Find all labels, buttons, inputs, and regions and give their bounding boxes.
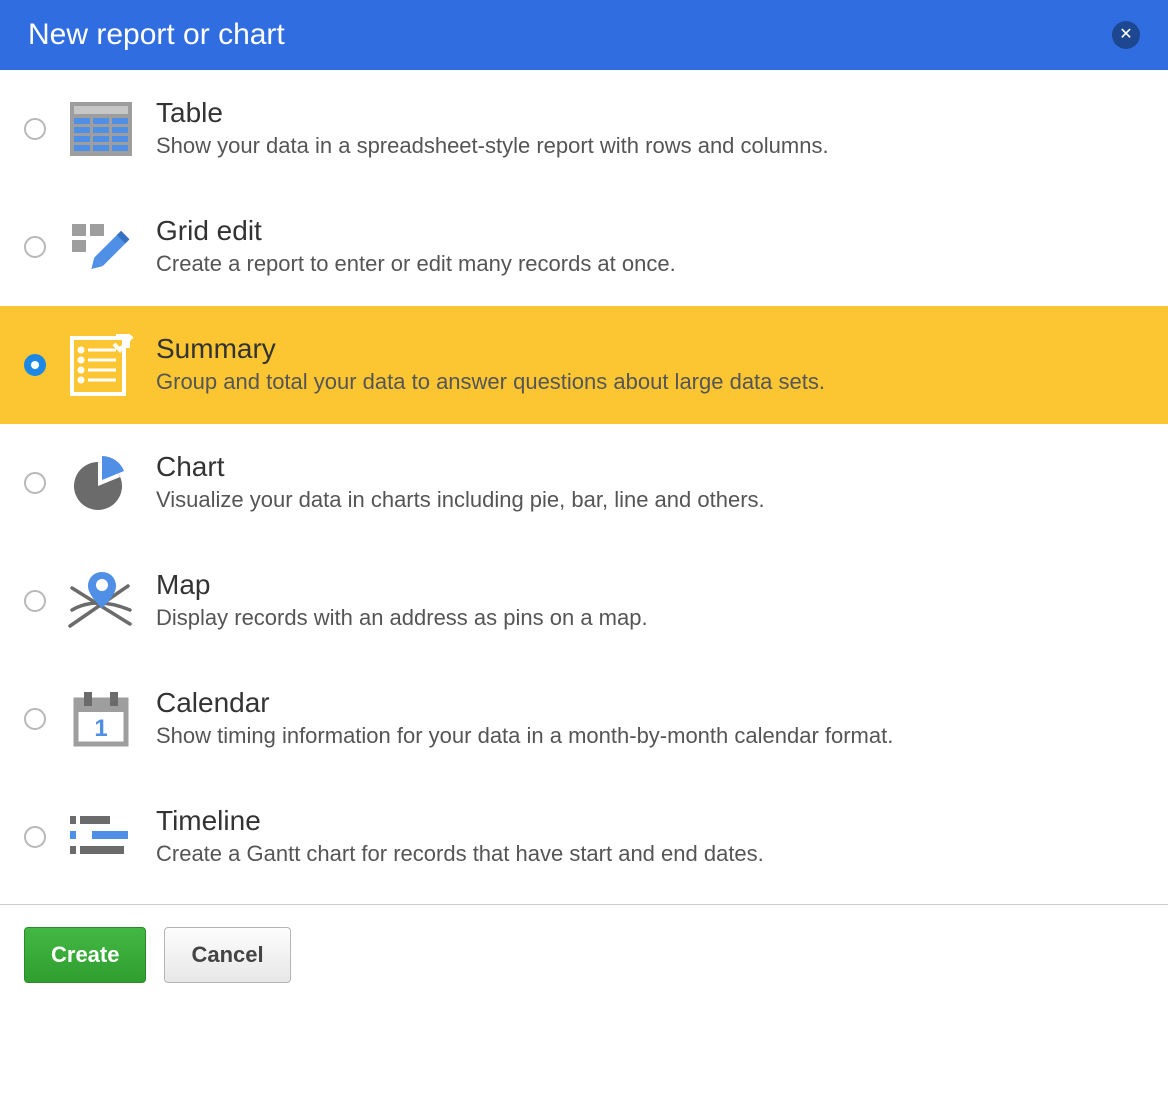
option-desc: Show your data in a spreadsheet-style re… [156,131,1144,161]
create-button[interactable]: Create [24,927,146,983]
radio-table[interactable] [24,118,46,140]
option-title: Map [156,569,1144,601]
svg-text:1: 1 [94,715,107,742]
option-timeline[interactable]: Timeline Create a Gantt chart for record… [0,778,1168,896]
cancel-button[interactable]: Cancel [164,927,290,983]
option-map[interactable]: Map Display records with an address as p… [0,542,1168,660]
option-desc: Display records with an address as pins … [156,603,1144,633]
option-title: Chart [156,451,1144,483]
table-icon [64,92,138,166]
new-report-dialog: New report or chart ✕ [0,0,1168,1011]
grid-edit-icon [64,210,138,284]
summary-icon [64,328,138,402]
option-desc: Visualize your data in charts including … [156,485,1144,515]
option-summary[interactable]: Summary Group and total your data to ans… [0,306,1168,424]
option-desc: Create a Gantt chart for records that ha… [156,839,1144,869]
option-desc: Group and total your data to answer ques… [156,367,1144,397]
option-title: Grid edit [156,215,1144,247]
option-chart[interactable]: Chart Visualize your data in charts incl… [0,424,1168,542]
close-button[interactable]: ✕ [1112,21,1140,49]
dialog-title: New report or chart [28,18,285,52]
radio-grid-edit[interactable] [24,236,46,258]
option-calendar[interactable]: 1 Calendar Show timing information for y… [0,660,1168,778]
report-type-options: Table Show your data in a spreadsheet-st… [0,70,1168,896]
option-desc: Create a report to enter or edit many re… [156,249,1144,279]
radio-summary[interactable] [24,354,46,376]
option-title: Table [156,97,1144,129]
chart-icon [64,446,138,520]
option-table[interactable]: Table Show your data in a spreadsheet-st… [0,70,1168,188]
calendar-icon: 1 [64,682,138,756]
dialog-footer: Create Cancel [0,905,1168,1011]
option-title: Calendar [156,687,1144,719]
radio-calendar[interactable] [24,708,46,730]
option-desc: Show timing information for your data in… [156,721,1144,751]
option-grid-edit[interactable]: Grid edit Create a report to enter or ed… [0,188,1168,306]
radio-timeline[interactable] [24,826,46,848]
map-icon [64,564,138,638]
close-icon: ✕ [1119,27,1132,43]
radio-chart[interactable] [24,472,46,494]
timeline-icon [64,800,138,874]
option-title: Summary [156,333,1144,365]
option-title: Timeline [156,805,1144,837]
dialog-header: New report or chart ✕ [0,0,1168,70]
radio-map[interactable] [24,590,46,612]
